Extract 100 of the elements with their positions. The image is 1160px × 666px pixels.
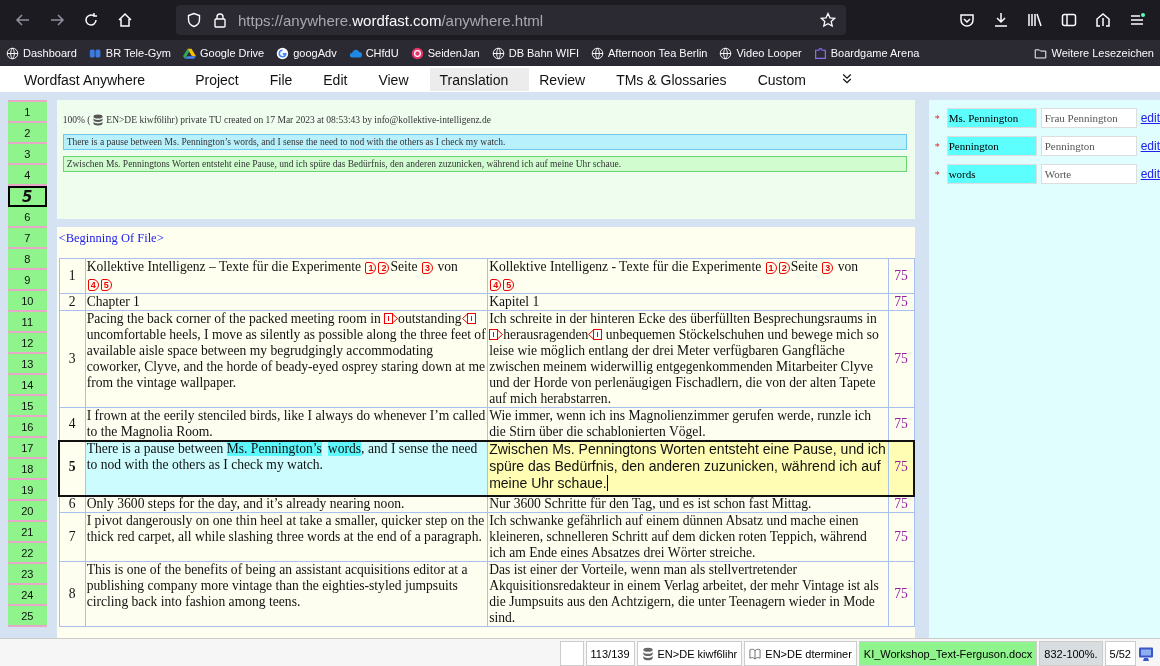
match-score: 75	[888, 440, 915, 496]
tag-icon	[384, 313, 399, 324]
bookmark-link[interactable]: Boardgame Arena	[830, 47, 920, 59]
bookmark-link[interactable]: googAdv	[293, 47, 337, 59]
segment-number[interactable]: 4	[8, 165, 47, 186]
menu-item[interactable]: TMs & Glossaries	[606, 67, 748, 91]
globe-icon[interactable]	[6, 46, 19, 60]
target-text: Ich schreite in der hinteren Ecke des überfüllten Besprechungsraums in herausragenden unbequemen Stöckelschuhen und bewege mich so leise wie möglich entlang der drei Meter verfügbaren Gangfläche zwischen meinem widerwillig entgegenkommenden Mitarbeiter Clyve und der Horde von perlenäugigen Fischadlern, die von der alten Tapete auf mich herabstarren.	[487, 310, 889, 408]
segment-number[interactable]: 20	[8, 501, 47, 522]
segment-number[interactable]: 17	[8, 438, 47, 459]
folder-icon[interactable]	[1034, 46, 1048, 60]
bookmark-link[interactable]: Weitere Lesezeichen	[1051, 47, 1154, 59]
shield-icon[interactable]	[186, 12, 202, 28]
segment-number[interactable]: 14	[8, 375, 47, 396]
bookmark-link[interactable]: Afternoon Tea Berlin	[608, 47, 708, 59]
bookmark-link[interactable]: Google Drive	[200, 47, 265, 59]
menu-item[interactable]: Project	[185, 67, 260, 91]
file-name: KI_Workshop_Text-Ferguson.docx	[858, 641, 1038, 666]
menu-item[interactable]: Edit	[313, 67, 369, 91]
arrow-left-icon[interactable]	[15, 12, 31, 28]
reload-icon[interactable]	[83, 12, 99, 28]
globe-icon[interactable]	[491, 46, 505, 60]
edit-link[interactable]: edit	[1140, 139, 1160, 153]
match-info: EN>DE kiwf6lihr) private TU created on 17 Mar 2023 at 08:53:43 by info@kollektive-intelligenz.de	[106, 115, 491, 125]
globe-icon[interactable]	[719, 46, 733, 60]
logo-icon[interactable]	[88, 46, 102, 60]
segment-number[interactable]: 19	[8, 480, 47, 501]
edit-link[interactable]: edit	[1140, 167, 1160, 181]
match-score: 75	[888, 512, 915, 562]
glossary-source: Ms. Pennington	[946, 108, 1037, 128]
target-input[interactable]: Zwischen Ms. Penningtons Worten entsteht eine Pause, und ich spüre das Bedürfnis, den anderen zuzunicken, während ich auf meine Uhr schaue.	[487, 440, 889, 496]
term-marker: *	[934, 168, 941, 180]
menu-item[interactable]: Review	[529, 67, 607, 91]
menu-item[interactable]: Translation	[429, 67, 530, 91]
segment-counter: 113/139	[585, 641, 635, 666]
segment-number[interactable]: 22	[8, 543, 47, 564]
bookmark-link[interactable]: DB Bahn WIFI	[508, 47, 579, 59]
edit-link[interactable]: edit	[1140, 111, 1160, 125]
star-icon[interactable]	[820, 12, 836, 28]
tm-name: EN>DE kiwf6lihr	[657, 647, 738, 660]
arrow-right-icon[interactable]	[49, 12, 65, 28]
url-text[interactable]: https://anywhere.wordfast.com/anywhere.html	[238, 11, 810, 29]
pocket-icon[interactable]	[959, 12, 975, 28]
term-marker: *	[934, 140, 941, 152]
segment-number[interactable]: 3	[8, 144, 47, 165]
match-score: 75	[888, 310, 915, 408]
segment-number[interactable]: 16	[8, 417, 47, 438]
globe-icon[interactable]	[591, 46, 604, 60]
segment-number[interactable]: 25	[8, 606, 47, 627]
segment-number[interactable]: 5	[8, 186, 47, 207]
menu-icon[interactable]	[1129, 12, 1145, 28]
source-text: I frown at the eerily stenciled birds, like I always do whenever I’m called to the Magnolia Room.	[85, 407, 488, 441]
chevron-icon[interactable]	[840, 73, 853, 85]
segment-number: 1	[59, 258, 86, 294]
target-text: Ich schwanke gefährlich auf einem dünnen Absatz und mache einen kleineren, schnelleren Schritt auf dem dicken roten Teppich, während ich am Ende eines Absatzes drei Wörter streiche.	[487, 512, 889, 562]
source-text: Pacing the back corner of the packed meeting room in outstanding uncomfortable heels, I move as silently as possible along the three feet of available aisle space between my begrudgingly accommodating coworker, Clyve, and the horde of beady-eyed osprey staring down at me from the vintage wallpaper.	[85, 310, 488, 408]
lock-icon[interactable]	[212, 12, 228, 28]
menu-item[interactable]: View	[368, 67, 430, 91]
circle-logo-icon[interactable]	[410, 46, 424, 60]
segment-number[interactable]: 1	[8, 100, 47, 123]
term-marker: *	[934, 112, 941, 124]
monitor-icon[interactable]	[1138, 645, 1154, 662]
segment-number[interactable]: 15	[8, 396, 47, 417]
segment-number[interactable]: 9	[8, 270, 47, 291]
target-text: Kollektive Intelligenz - Texte für die Experimente 1 2 Seite 3 von 4 5	[487, 258, 889, 294]
segment-number[interactable]: 13	[8, 354, 47, 375]
segment-number[interactable]: 24	[8, 585, 47, 606]
segment-number: 4	[59, 407, 86, 441]
source-text: This is one of the benefits of being an assistant acquisitions editor at a publishing company more vintage than the eighties-styled jumpsuits circling back into fashion among teens.	[85, 561, 488, 627]
bookmark-link[interactable]: Dashboard	[23, 47, 77, 59]
download-icon[interactable]	[993, 12, 1009, 28]
segment-number[interactable]: 11	[8, 312, 47, 333]
segment-number[interactable]: 2	[8, 123, 47, 144]
segment-number[interactable]: 12	[8, 333, 47, 354]
segment-number[interactable]: 10	[8, 291, 47, 312]
glossary-name: EN>DE dterminer	[765, 647, 852, 660]
segment-number[interactable]: 21	[8, 522, 47, 543]
active-segment-row[interactable]	[59, 440, 915, 496]
home-icon[interactable]	[117, 12, 133, 28]
address-bar[interactable]: https://anywhere.wordfast.com/anywhere.html	[176, 5, 846, 35]
bookmark-link[interactable]: Video Looper	[736, 47, 802, 59]
menu-item[interactable]: File	[259, 67, 314, 91]
file-start-marker: <Beginning Of File>	[58, 231, 165, 246]
bookmark-link[interactable]: BR Tele-Gym	[105, 47, 172, 59]
page-counter: 5/52	[1104, 641, 1136, 666]
segment-number[interactable]: 7	[8, 228, 47, 249]
triangle-icon[interactable]	[183, 46, 197, 60]
library-icon[interactable]	[1027, 12, 1043, 28]
bookmark-link[interactable]: CHfdU	[365, 47, 399, 59]
sidebar-icon[interactable]	[1061, 12, 1077, 28]
g-logo-icon[interactable]	[276, 46, 290, 60]
menu-item[interactable]: Custom	[747, 67, 827, 91]
segment-number[interactable]: 8	[8, 249, 47, 270]
source-text: I pivot dangerously on one thin heel at take a smaller, quicker step on the thick red carpet, all while slashing three words at the end of a paragraph.	[85, 512, 488, 562]
menu-item[interactable]: Wordfast Anywhere	[14, 67, 186, 91]
segment-number[interactable]: 6	[8, 207, 47, 228]
glossary-target: Worte	[1040, 164, 1137, 184]
segment-number[interactable]: 18	[8, 459, 47, 480]
segment-number[interactable]: 23	[8, 564, 47, 585]
bookmark-link[interactable]: SeidenJan	[427, 47, 480, 59]
